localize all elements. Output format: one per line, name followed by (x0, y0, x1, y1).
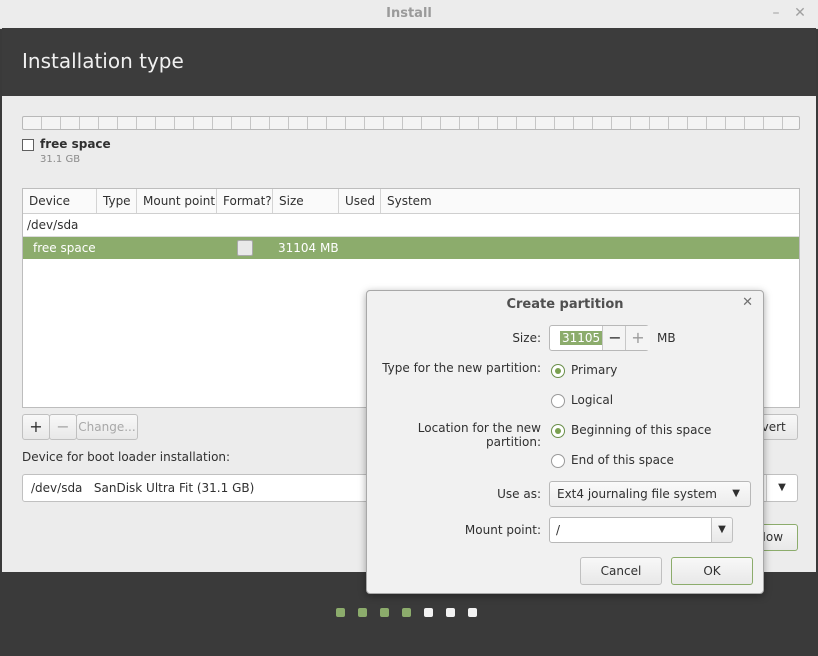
radio-primary-label[interactable]: Primary (571, 363, 617, 377)
window-titlebar: Install – ✕ (0, 0, 818, 29)
change-partition-button[interactable]: Change... (76, 414, 138, 440)
size-input[interactable]: 31105 (560, 331, 603, 345)
radio-end-label[interactable]: End of this space (571, 453, 674, 467)
partition-bar (22, 116, 800, 130)
page-title: Installation type (22, 49, 184, 73)
progress-dot-1 (336, 608, 345, 617)
free-space-device: free space (33, 241, 96, 255)
legend-label: free space (40, 137, 111, 151)
column-device[interactable]: Device (23, 189, 97, 213)
legend-size: 31.1 GB (40, 154, 81, 165)
legend-checkbox (22, 139, 34, 151)
mount-point-dropdown-button[interactable]: ▼ (711, 517, 733, 543)
table-header: Device Type Mount point Format? Size Use… (23, 189, 799, 214)
chevron-down-icon: ▼ (732, 488, 740, 499)
use-as-combo[interactable]: Ext4 journaling file system ▼ (549, 481, 751, 507)
free-space-size: 31104 MB (278, 241, 339, 255)
window-title: Install (386, 6, 432, 21)
use-as-label: Use as: (497, 487, 541, 501)
bootloader-device-text: /dev/sda SanDisk Ultra Fit (31.1 GB) (31, 481, 254, 495)
bootloader-device-name: SanDisk Ultra Fit (31.1 GB) (93, 481, 255, 495)
bootloader-label: Device for boot loader installation: (22, 450, 231, 464)
column-used[interactable]: Used (339, 189, 381, 213)
page-header: Installation type (2, 28, 816, 96)
radio-logical[interactable] (551, 394, 565, 408)
size-decrement-button[interactable]: − (602, 326, 627, 350)
format-checkbox[interactable] (237, 240, 253, 256)
size-label: Size: (512, 331, 541, 345)
progress-dot-7 (468, 608, 477, 617)
size-increment-button[interactable]: + (625, 326, 650, 350)
create-partition-dialog: Create partition ✕ Size: 31105 − + MB Ty… (366, 290, 764, 594)
column-size[interactable]: Size (273, 189, 339, 213)
ok-button[interactable]: OK (671, 557, 753, 585)
progress-dot-6 (446, 608, 455, 617)
bootloader-device: /dev/sda (31, 481, 83, 495)
radio-beginning-label[interactable]: Beginning of this space (571, 423, 711, 437)
dialog-close-icon[interactable]: ✕ (742, 295, 753, 310)
radio-primary[interactable] (551, 364, 565, 378)
location-label: Location for the new partition: (417, 421, 541, 449)
column-type[interactable]: Type (97, 189, 137, 213)
type-label: Type for the new partition: (382, 361, 541, 375)
column-mount-point[interactable]: Mount point (137, 189, 217, 213)
use-as-value: Ext4 journaling file system (557, 487, 717, 501)
minimize-icon[interactable]: – (766, 3, 786, 23)
column-format[interactable]: Format? (217, 189, 273, 213)
table-row-free-space[interactable]: free space 31104 MB (23, 237, 799, 259)
mount-point-value: / (556, 523, 561, 537)
radio-end[interactable] (551, 454, 565, 468)
dialog-title: Create partition (506, 297, 624, 312)
progress-dot-2 (358, 608, 367, 617)
progress-dot-4 (402, 608, 411, 617)
size-unit: MB (657, 331, 676, 345)
remove-partition-button[interactable]: − (49, 414, 77, 440)
chevron-down-icon: ▼ (766, 475, 797, 501)
cancel-button[interactable]: Cancel (580, 557, 662, 585)
progress-dot-3 (380, 608, 389, 617)
size-stepper[interactable]: 31105 − + (549, 325, 650, 351)
radio-beginning[interactable] (551, 424, 565, 438)
close-icon[interactable]: ✕ (790, 3, 810, 23)
mount-point-label: Mount point: (464, 523, 541, 537)
column-system[interactable]: System (381, 189, 799, 213)
mount-point-input[interactable]: / (549, 517, 731, 543)
radio-logical-label[interactable]: Logical (571, 393, 613, 407)
table-row-device[interactable]: /dev/sda (23, 213, 799, 237)
progress-dot-5 (424, 608, 433, 617)
add-partition-button[interactable]: + (22, 414, 50, 440)
